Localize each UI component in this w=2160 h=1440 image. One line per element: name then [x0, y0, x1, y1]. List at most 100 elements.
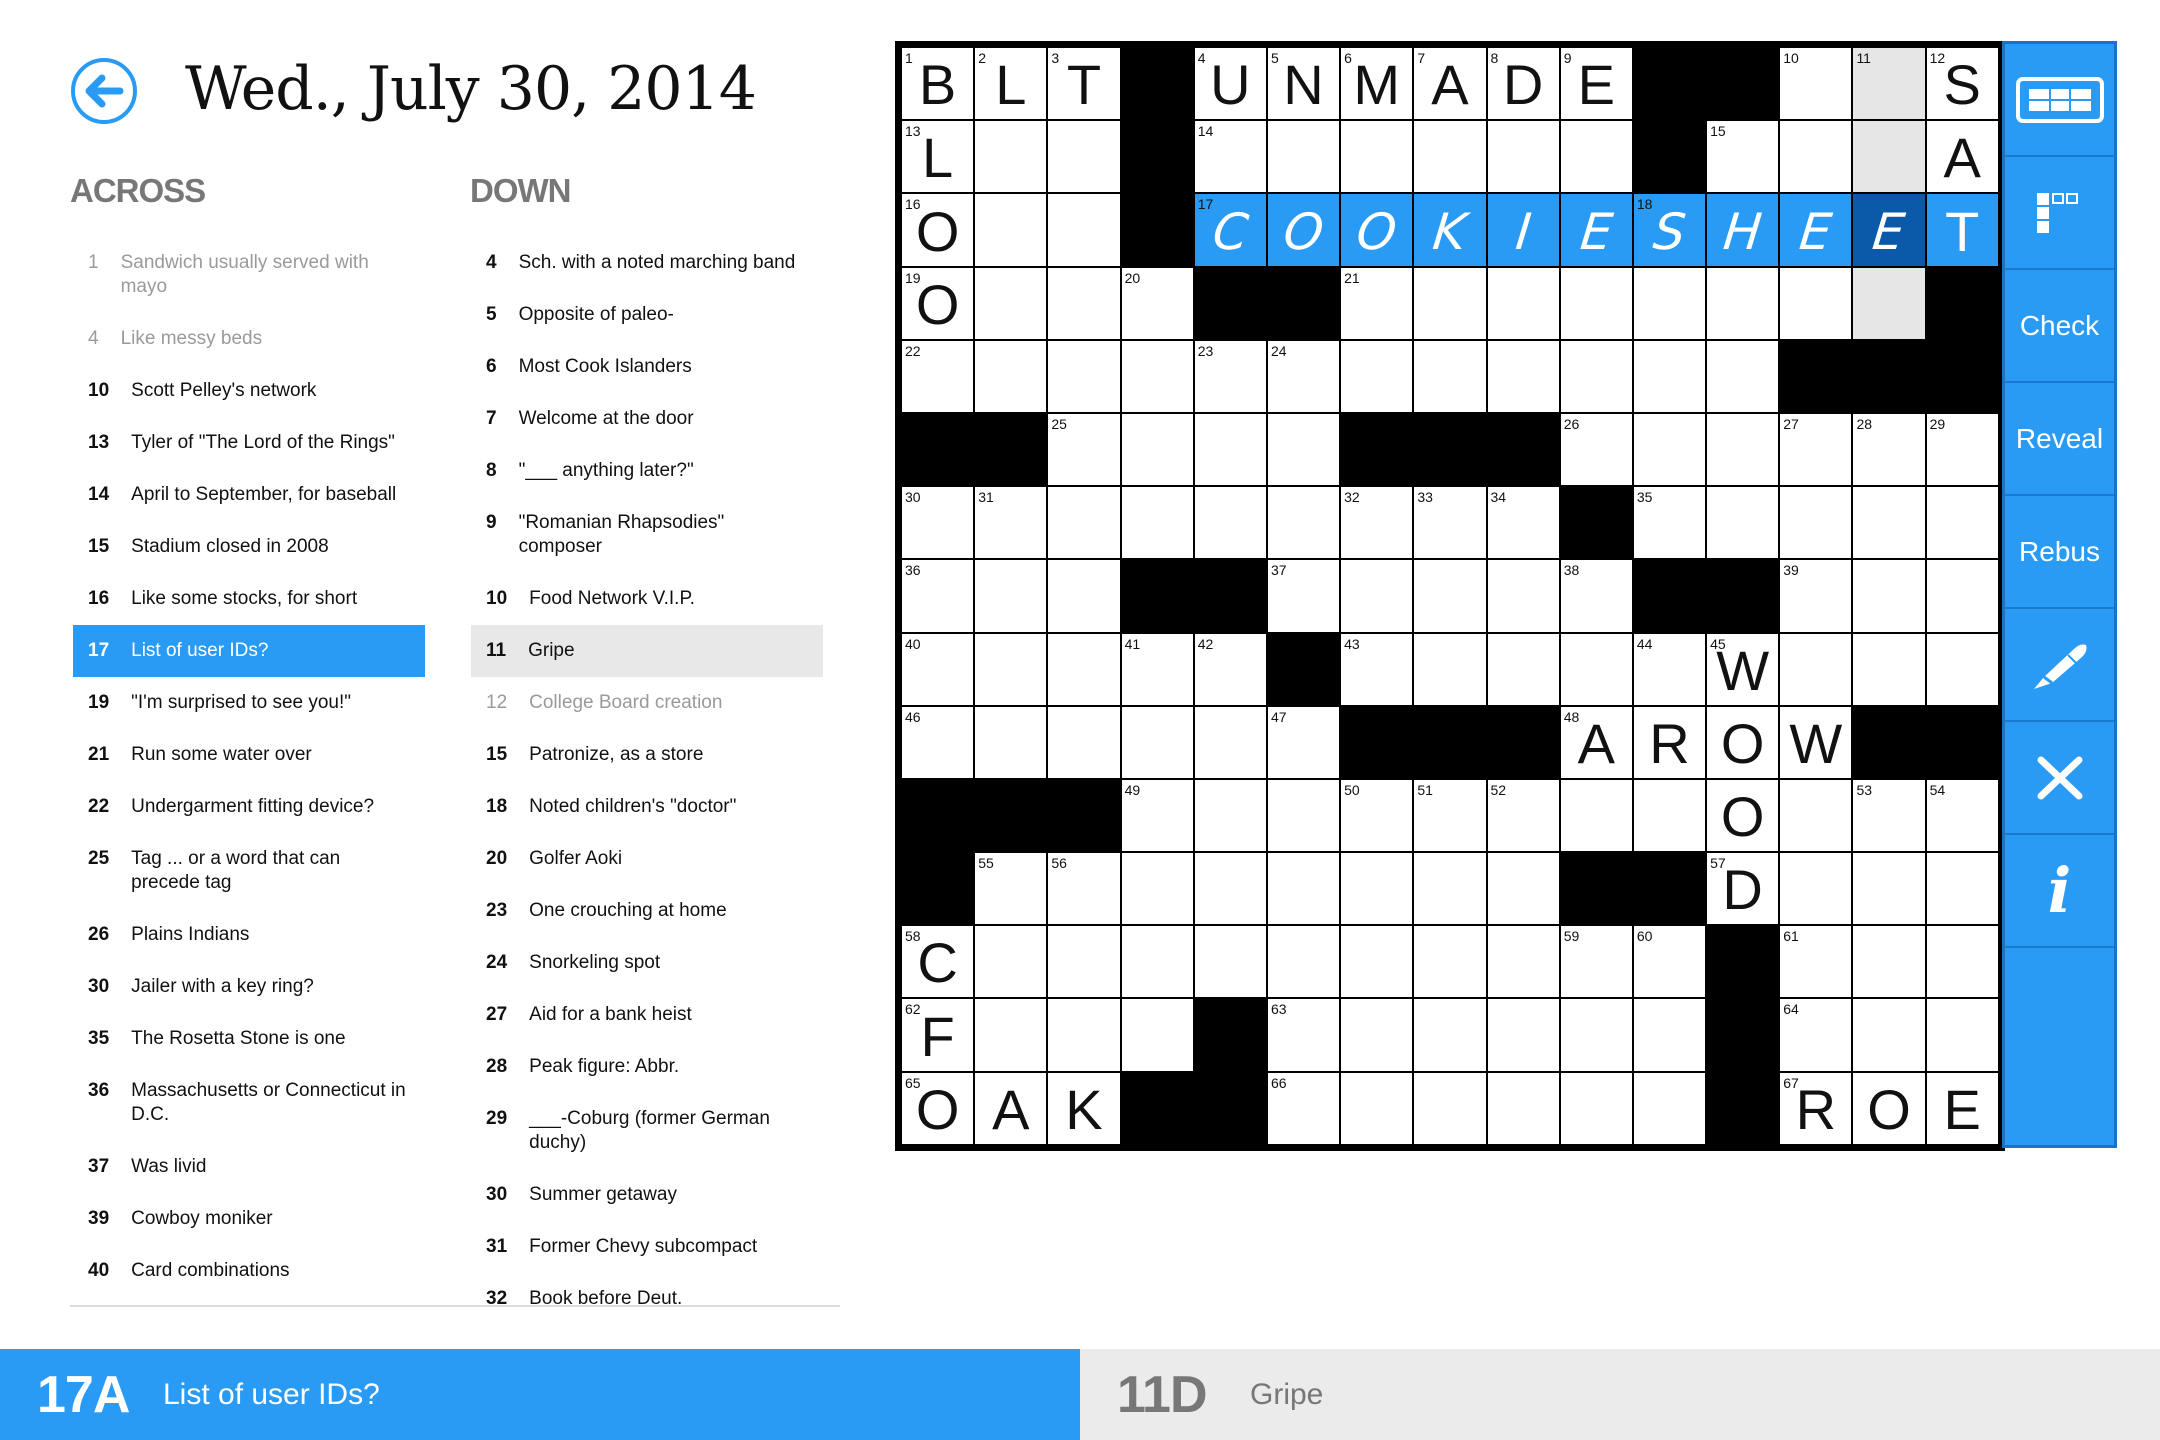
grid-cell[interactable]: 46 [902, 706, 974, 778]
grid-cell[interactable]: 51 [1414, 779, 1486, 852]
grid-cell[interactable] [1853, 633, 1925, 705]
across-clue-list[interactable]: 1 Sandwich usually served with mayo 4 Like … [73, 237, 425, 1305]
down-clue-23[interactable]: 23 One crouching at home [471, 885, 823, 937]
down-clue-4[interactable]: 4 Sch. with a noted marching band [471, 237, 823, 289]
grid-cell[interactable]: 32 [1341, 487, 1413, 559]
grid-cell[interactable] [1414, 926, 1486, 998]
rebus-button[interactable]: Rebus [2005, 496, 2114, 609]
grid-cell[interactable] [975, 121, 1047, 193]
across-clue-25[interactable]: 25 Tag ... or a word that can precede tag [73, 833, 425, 909]
grid-cell[interactable]: 7A [1414, 48, 1486, 120]
across-clue-39[interactable]: 39 Cowboy moniker [73, 1193, 425, 1245]
grid-cell[interactable]: 61 [1780, 926, 1852, 998]
grid-cell[interactable] [1048, 340, 1120, 412]
grid-cell[interactable] [1780, 633, 1852, 705]
grid-cell[interactable] [1048, 560, 1120, 632]
across-clue-22[interactable]: 22 Undergarment fitting device? [73, 781, 425, 833]
down-clue-8[interactable]: 8 "___ anything later?" [471, 445, 823, 497]
grid-cell[interactable] [1267, 121, 1340, 193]
grid-cell[interactable] [1487, 633, 1559, 705]
grid-cell[interactable]: 35 [1633, 487, 1706, 559]
grid-cell[interactable] [1853, 560, 1925, 632]
current-clue-bar[interactable]: 17A List of user IDs? [0, 1349, 1080, 1440]
grid-cell[interactable] [975, 999, 1047, 1071]
grid-cell[interactable] [1267, 926, 1340, 998]
grid-cell[interactable]: 67 R [1780, 1072, 1852, 1144]
grid-cell[interactable] [1048, 999, 1120, 1071]
grid-cell[interactable]: 11 [1853, 48, 1925, 120]
grid-cell[interactable] [1780, 267, 1852, 339]
grid-cell[interactable]: O [1341, 194, 1413, 266]
grid-cell[interactable] [1487, 1072, 1559, 1144]
across-clue-13[interactable]: 13 Tyler of "The Lord of the Rings" [73, 417, 425, 469]
grid-cell[interactable] [1560, 121, 1632, 193]
grid-cell[interactable]: 45 W [1707, 633, 1779, 705]
grid-cell[interactable]: O [1853, 1072, 1925, 1144]
grid-cell[interactable] [1560, 999, 1632, 1071]
grid-cell[interactable] [975, 267, 1047, 339]
across-clue-26[interactable]: 26 Plains Indians [73, 909, 425, 961]
grid-cell[interactable]: 39 [1780, 560, 1852, 632]
grid-cell[interactable]: 66 [1267, 1072, 1340, 1144]
grid-cell[interactable] [1633, 267, 1706, 339]
grid-cell[interactable] [1633, 413, 1706, 486]
grid-cell[interactable]: 17 C [1194, 194, 1266, 266]
grid-cell[interactable]: 10 [1780, 48, 1852, 120]
grid-cell[interactable]: 34 [1487, 487, 1559, 559]
grid-cell[interactable]: 65 O [902, 1072, 974, 1144]
down-clue-5[interactable]: 5 Opposite of paleo- [471, 289, 823, 341]
grid-cell[interactable]: 4U [1194, 48, 1266, 120]
grid-cell[interactable]: 37 [1267, 560, 1340, 632]
grid-cell[interactable] [1341, 1072, 1413, 1144]
grid-cell[interactable] [1707, 413, 1779, 486]
down-clue-24[interactable]: 24 Snorkeling spot [471, 937, 823, 989]
grid-cell[interactable]: 6M [1341, 48, 1413, 120]
grid-cell[interactable] [1560, 1072, 1632, 1144]
grid-cell[interactable] [1560, 267, 1632, 339]
pencil-button[interactable] [2005, 609, 2114, 722]
down-clue-27[interactable]: 27 Aid for a bank heist [471, 989, 823, 1041]
grid-cell[interactable]: 21 [1341, 267, 1413, 339]
grid-cell[interactable]: A [1926, 121, 1998, 193]
grid-cell[interactable] [1194, 413, 1266, 486]
across-clue-17[interactable]: 17 List of user IDs? [73, 625, 425, 677]
reveal-button[interactable]: Reveal [2005, 383, 2114, 496]
grid-cell[interactable]: 48 A [1560, 706, 1632, 778]
grid-cell[interactable] [1926, 633, 1998, 705]
grid-cell[interactable]: 42 [1194, 633, 1266, 705]
grid-cell[interactable] [1926, 999, 1998, 1071]
grid-cell[interactable] [1707, 340, 1779, 412]
grid-cell[interactable]: 62 F [902, 999, 974, 1071]
grid-cell[interactable] [1853, 999, 1925, 1071]
crossing-clue-bar[interactable]: 11D Gripe [1080, 1349, 2160, 1440]
grid-cell[interactable]: 41 [1121, 633, 1193, 705]
grid-cell[interactable]: 50 [1341, 779, 1413, 852]
down-clue-10[interactable]: 10 Food Network V.I.P. [471, 573, 823, 625]
grid-cell[interactable]: E [1853, 194, 1925, 266]
down-clue-32[interactable]: 32 Book before Deut. [471, 1273, 823, 1305]
grid-cell[interactable] [1341, 340, 1413, 412]
grid-cell[interactable] [1341, 999, 1413, 1071]
grid-cell[interactable]: 15 [1707, 121, 1779, 193]
grid-cell[interactable]: 60 [1633, 926, 1706, 998]
grid-cell[interactable] [1633, 1072, 1706, 1144]
grid-cell[interactable]: E [1560, 194, 1632, 266]
grid-cell[interactable] [1780, 779, 1852, 852]
across-clue-15[interactable]: 15 Stadium closed in 2008 [73, 521, 425, 573]
grid-cell[interactable]: E [1926, 1072, 1998, 1144]
grid-cell[interactable] [1121, 926, 1193, 998]
down-clue-20[interactable]: 20 Golfer Aoki [471, 833, 823, 885]
grid-cell[interactable] [1341, 560, 1413, 632]
grid-cell[interactable]: 18 S [1633, 194, 1706, 266]
across-clue-37[interactable]: 37 Was livid [73, 1141, 425, 1193]
grid-cell[interactable]: O [1707, 706, 1779, 778]
grid-cell[interactable]: 20 [1121, 267, 1193, 339]
back-button[interactable] [71, 58, 137, 124]
grid-cell[interactable] [1048, 633, 1120, 705]
down-clue-29[interactable]: 29 ___-Coburg (former German duchy) [471, 1093, 823, 1169]
grid-cell[interactable]: 3T [1048, 48, 1120, 120]
grid-cell[interactable] [1048, 267, 1120, 339]
down-clue-12[interactable]: 12 College Board creation [471, 677, 823, 729]
across-clue-14[interactable]: 14 April to September, for baseball [73, 469, 425, 521]
grid-cell[interactable] [1560, 633, 1632, 705]
